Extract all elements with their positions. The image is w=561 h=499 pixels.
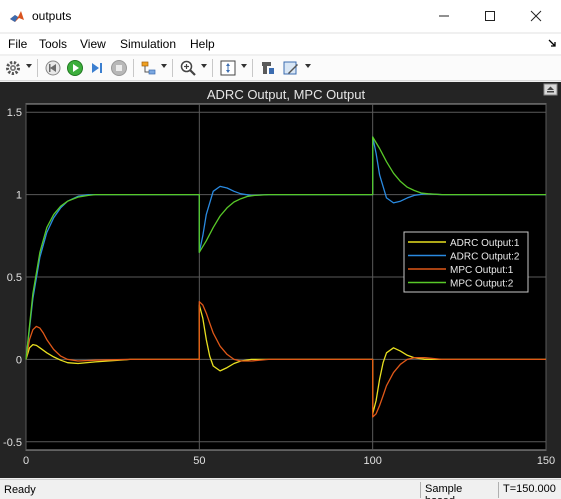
highlight-icon[interactable] — [140, 59, 158, 77]
legend-label: ADRC Output:1 — [450, 238, 520, 249]
status-bar: Ready Sample based T=150.000 — [0, 479, 561, 499]
dock-arrow-icon[interactable] — [547, 38, 557, 48]
toolbar-divider — [172, 59, 173, 77]
minimize-icon — [439, 15, 449, 17]
autoscale-dropdown-icon[interactable] — [241, 64, 247, 68]
gear-icon[interactable] — [4, 59, 22, 77]
status-ready: Ready — [4, 484, 36, 496]
autoscale-icon[interactable] — [219, 59, 237, 77]
legend-label: MPC Output:1 — [450, 265, 514, 276]
menu-tools[interactable]: Tools — [39, 37, 67, 51]
legend-label: ADRC Output:2 — [450, 252, 520, 263]
step-forward-icon[interactable] — [88, 59, 106, 77]
toolbar-divider — [252, 59, 253, 77]
undock-axes-icon[interactable] — [543, 83, 558, 96]
y-tick-label: 0.5 — [7, 272, 22, 284]
title-bar: outputs — [0, 0, 561, 32]
sample-mode-label: Sample based — [420, 482, 498, 499]
window-title: outputs — [32, 9, 72, 23]
menu-view[interactable]: View — [80, 37, 106, 51]
sim-time-label: T=150.000 — [498, 482, 561, 498]
cursor-measure-icon[interactable] — [259, 59, 277, 77]
x-tick-label: 50 — [193, 455, 205, 467]
menu-simulation[interactable]: Simulation — [120, 37, 176, 51]
matlab-logo-icon — [9, 8, 25, 24]
gear-dropdown-icon[interactable] — [26, 64, 32, 68]
zoom-dropdown-icon[interactable] — [201, 64, 207, 68]
zoom-icon[interactable] — [179, 59, 197, 77]
x-tick-label: 150 — [537, 455, 555, 467]
scope-axes[interactable]: ADRC Output, MPC Output 0 50 100 150-0.500.… — [0, 82, 561, 478]
toolbar-divider — [133, 59, 134, 77]
legend-label: MPC Output:2 — [450, 279, 514, 290]
legend: ADRC Output:1 ADRC Output:2 MPC Output:1 MP… — [403, 231, 529, 293]
x-tick-label: 0 — [23, 455, 29, 467]
y-tick-label: -0.5 — [3, 437, 22, 449]
step-back-icon[interactable] — [44, 59, 62, 77]
stop-icon[interactable] — [110, 59, 128, 77]
menu-bar: File Tools View Simulation Help — [0, 34, 561, 54]
scope-plot-area: ADRC Output, MPC Output 0 50 100 150 -0.5 0 0.… — [0, 82, 561, 478]
maximize-button[interactable] — [467, 0, 513, 32]
y-tick-label: 1.5 — [7, 107, 22, 119]
close-button[interactable] — [513, 0, 559, 32]
menu-help[interactable]: Help — [190, 37, 215, 51]
menu-file[interactable]: File — [8, 37, 27, 51]
close-icon — [530, 10, 542, 22]
maximize-icon — [485, 11, 495, 21]
toolbar-divider — [37, 59, 38, 77]
run-icon[interactable] — [66, 59, 84, 77]
style-dropdown-icon[interactable] — [305, 64, 311, 68]
minimize-button[interactable] — [421, 0, 467, 32]
style-icon[interactable] — [282, 59, 300, 77]
y-tick-label: 0 — [16, 354, 22, 366]
x-tick-label: 100 — [363, 455, 381, 467]
highlight-dropdown-icon[interactable] — [161, 64, 167, 68]
toolbar — [0, 56, 561, 81]
plot-title: ADRC Output, MPC Output — [207, 87, 366, 102]
toolbar-divider — [212, 59, 213, 77]
y-tick-label: 1 — [16, 190, 22, 202]
